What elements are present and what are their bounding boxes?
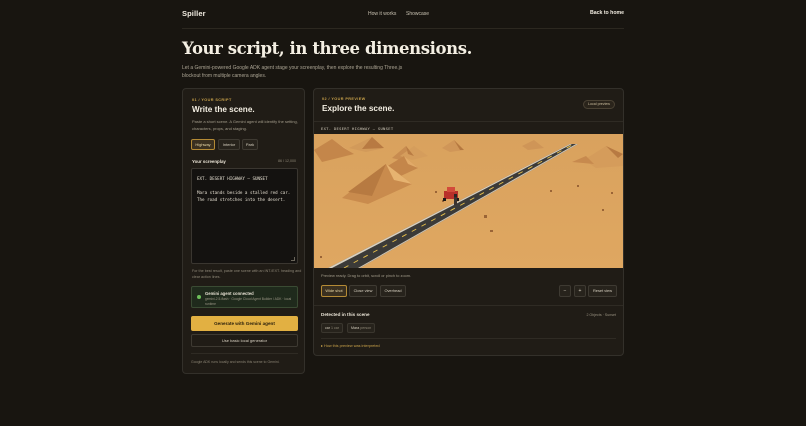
object-tag-label: car xyxy=(325,326,330,330)
local-preview-badge: Local preview xyxy=(583,100,615,109)
desert-scene-render xyxy=(314,134,623,268)
preset-highway-button[interactable]: Highway xyxy=(191,139,215,150)
agent-status-box: Gemini agent connected gemini-2.5-flash … xyxy=(191,286,298,308)
screenplay-label: Your screenplay xyxy=(192,159,226,164)
reset-view-button[interactable]: Reset view xyxy=(588,285,617,297)
interpretation-toggle[interactable]: ▸ How this preview was interpreted xyxy=(321,343,380,348)
panel-title: Explore the scene. xyxy=(322,104,395,113)
page-subtitle: Let a Gemini-powered Google ADK agent st… xyxy=(182,65,403,79)
agent-status-title: Gemini agent connected xyxy=(205,291,254,296)
generate-button[interactable]: Generate with Gemini agent xyxy=(191,316,298,331)
screenplay-line: The road stretches into the desert. xyxy=(197,197,286,202)
panel-eyebrow: 02 / YOUR PREVIEW xyxy=(322,97,366,101)
preset-interior-button[interactable]: Interior xyxy=(218,139,240,150)
scene-heading: EXT. DESERT HIGHWAY — SUNSET xyxy=(321,126,394,131)
resize-handle-icon[interactable] xyxy=(291,257,295,261)
top-navigation: Spiller How it works Showcase Back to ho… xyxy=(182,0,624,29)
back-to-home-link[interactable]: Back to home xyxy=(590,10,624,16)
screenplay-textarea[interactable]: EXT. DESERT HIGHWAY — SUNSET Mara stands… xyxy=(191,168,298,264)
preview-panel: 02 / YOUR PREVIEW Explore the scene. Loc… xyxy=(313,88,624,356)
overhead-button[interactable]: Overhead xyxy=(380,285,406,297)
page-title: Your script, in three dimensions. xyxy=(182,39,472,58)
zoom-out-button[interactable]: − xyxy=(559,285,571,297)
screenplay-tip: For the best result, paste one scene wit… xyxy=(192,269,302,279)
object-tag: car 1 car xyxy=(321,323,343,333)
mara-character xyxy=(454,194,457,205)
nav-showcase[interactable]: Showcase xyxy=(406,11,429,17)
brand-logo[interactable]: Spiller xyxy=(182,9,206,18)
preview-status: Preview ready. Drag to orbit, scroll or … xyxy=(321,273,412,278)
write-scene-panel: 01 / YOUR SCRIPT Write the scene. Paste … xyxy=(182,88,305,374)
detected-title: Detected in this scene xyxy=(321,312,370,317)
object-tag-sub: person xyxy=(360,326,372,330)
character-count: 86 / 12,000 xyxy=(278,159,296,163)
panel-footnote: Google ADK runs locally and sends this s… xyxy=(191,353,298,364)
object-tag: Mara person xyxy=(347,323,376,333)
object-tag-sub: 1 car xyxy=(331,326,339,330)
wide-shot-button[interactable]: Wide shot xyxy=(321,285,347,297)
zoom-in-button[interactable]: + xyxy=(574,285,586,297)
agent-status-detail: gemini-2.5-flash · Google Cloud Agent Bu… xyxy=(205,297,292,306)
screenplay-line xyxy=(197,182,292,189)
screenplay-line: EXT. DESERT HIGHWAY — SUNSET xyxy=(197,176,268,181)
preset-park-button[interactable]: Park xyxy=(242,139,258,150)
panel-title: Write the scene. xyxy=(192,105,255,114)
detected-objects-section: Detected in this scene 2 Objects · Sunse… xyxy=(314,305,623,355)
status-dot-icon xyxy=(197,295,201,299)
scene-heading-bar: EXT. DESERT HIGHWAY — SUNSET xyxy=(314,121,623,134)
object-tag-label: Mara xyxy=(351,326,360,330)
nav-how-it-works[interactable]: How it works xyxy=(368,11,396,17)
basic-generator-button[interactable]: Use basic local generator xyxy=(191,334,298,347)
detected-count: 2 Objects · Sunset xyxy=(586,313,616,317)
panel-description: Paste a short scene. A Gemini agent will… xyxy=(192,119,298,131)
close-view-button[interactable]: Close view xyxy=(349,285,377,297)
divider xyxy=(321,338,616,339)
3d-viewport[interactable] xyxy=(314,134,623,268)
screenplay-line: Mara stands beside a stalled red car. xyxy=(197,190,291,195)
panel-eyebrow: 01 / YOUR SCRIPT xyxy=(192,98,232,102)
